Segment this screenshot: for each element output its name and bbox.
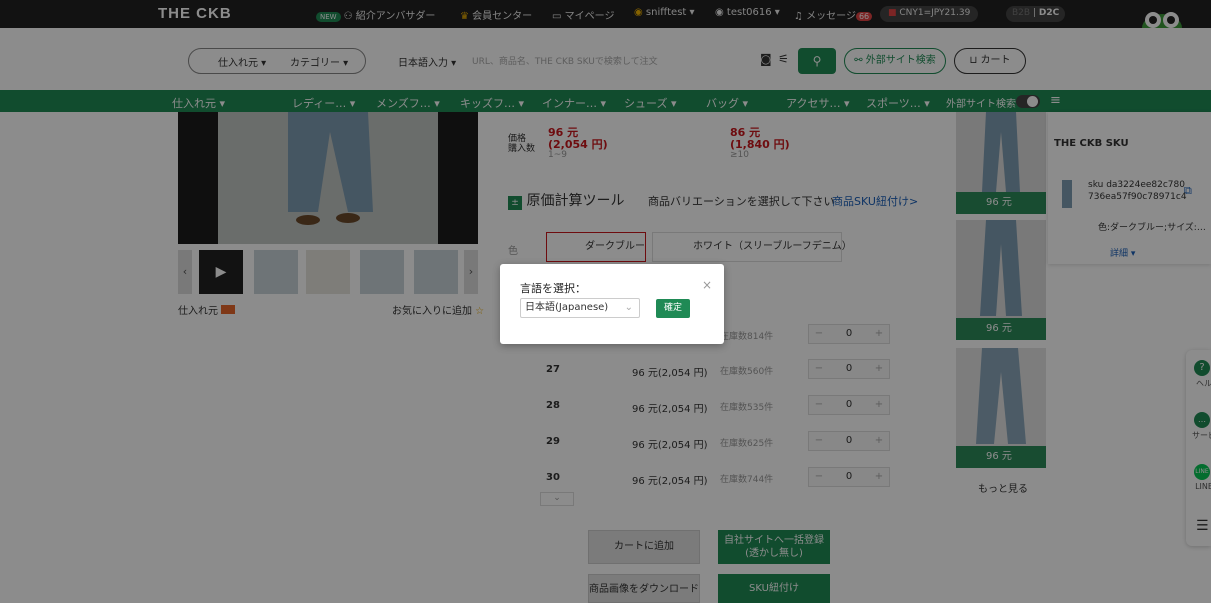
language-modal: 言語を選択： × 日本語(Japanese) ⌄ 確定 xyxy=(500,264,724,344)
chevron-down-icon: ⌄ xyxy=(624,302,633,313)
confirm-button[interactable]: 確定 xyxy=(656,299,690,318)
modal-title: 言語を選択： xyxy=(520,282,586,295)
language-select[interactable]: 日本語(Japanese) ⌄ xyxy=(520,298,640,318)
close-icon[interactable]: × xyxy=(702,278,712,292)
